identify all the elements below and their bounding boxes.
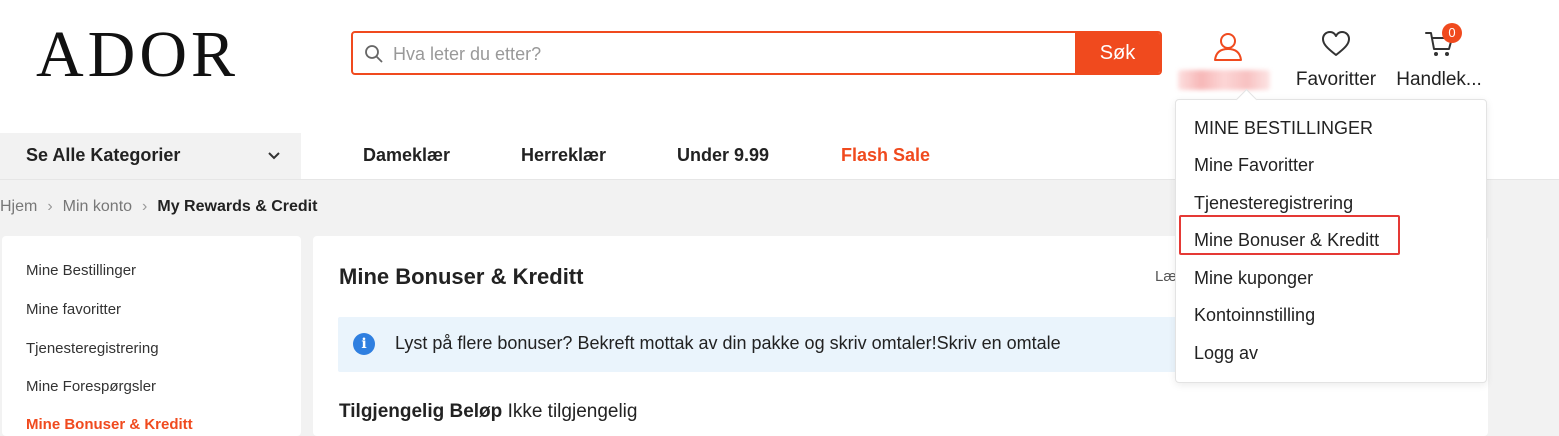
info-banner-text[interactable]: Lyst på flere bonuser? Bekreft mottak av… — [395, 333, 1061, 354]
chevron-right-icon: › — [142, 198, 148, 215]
all-categories-label: Se Alle Kategorier — [26, 145, 181, 165]
available-amount-label: Tilgjengelig Beløp — [339, 401, 503, 422]
breadcrumb: Hjem › Min konto › My Rewards & Credit — [0, 198, 317, 216]
nav-link-under-999[interactable]: Under 9.99 — [677, 145, 769, 166]
search-input[interactable] — [391, 33, 1075, 73]
account-icon[interactable] — [1211, 30, 1245, 64]
menu-item-service-registration[interactable]: Tjenesteregistrering — [1194, 193, 1353, 214]
nav-link-flash-sale[interactable]: Flash Sale — [841, 145, 930, 166]
search-bar: Søk — [351, 31, 1162, 75]
search-button[interactable]: Søk — [1075, 33, 1160, 73]
cart-label: Handlek... — [1396, 69, 1482, 90]
sidebar-item-orders[interactable]: Mine Bestillinger — [26, 262, 136, 279]
menu-item-rewards-credit[interactable]: Mine Bonuser & Kreditt — [1194, 230, 1379, 251]
sidebar-item-inquiries[interactable]: Mine Forespørgsler — [26, 378, 156, 395]
favorites-label: Favoritter — [1295, 69, 1377, 90]
menu-item-coupons[interactable]: Mine kuponger — [1194, 268, 1313, 289]
account-sidebar: Mine Bestillinger Mine favoritter Tjenes… — [2, 236, 301, 436]
search-icon — [365, 45, 383, 63]
logo[interactable]: ADOR — [36, 22, 239, 88]
info-banner: i Lyst på flere bonuser? Bekreft mottak … — [338, 317, 1198, 372]
cart-count-badge: 0 — [1442, 23, 1462, 43]
sidebar-item-favorites[interactable]: Mine favoritter — [26, 301, 121, 318]
menu-item-account-settings[interactable]: Kontoinnstilling — [1194, 305, 1315, 326]
favorites-button[interactable]: Favoritter — [1294, 30, 1378, 91]
sidebar-item-service-registration[interactable]: Tjenesteregistrering — [26, 340, 159, 357]
available-amount-value: Ikke tilgjengelig — [507, 401, 638, 422]
account-dropdown-menu: MINE BESTILLINGER Mine Favoritter Tjenes… — [1175, 99, 1487, 383]
page-title: Mine Bonuser & Kreditt — [339, 264, 584, 289]
available-amount: Tilgjengelig Beløp Ikke tilgjengelig — [339, 401, 637, 423]
breadcrumb-current: My Rewards & Credit — [157, 198, 318, 215]
cart-button[interactable]: 0 Handlek... — [1393, 23, 1485, 91]
menu-item-logout[interactable]: Logg av — [1194, 343, 1258, 364]
info-icon: i — [353, 333, 375, 355]
sidebar-item-rewards-credit[interactable]: Mine Bonuser & Kreditt — [26, 416, 193, 433]
account-name-blurred[interactable] — [1178, 70, 1270, 90]
chevron-right-icon: › — [47, 198, 53, 215]
heart-icon — [1322, 31, 1350, 56]
breadcrumb-home[interactable]: Hjem — [0, 198, 37, 215]
read-more-link[interactable]: Læ — [1155, 268, 1177, 285]
menu-item-my-favorites[interactable]: Mine Favoritter — [1194, 155, 1314, 176]
nav-link-dameklaer[interactable]: Dameklær — [363, 145, 450, 166]
chevron-down-icon — [268, 152, 280, 160]
breadcrumb-account[interactable]: Min konto — [63, 198, 132, 215]
menu-item-my-orders[interactable]: MINE BESTILLINGER — [1194, 118, 1373, 139]
all-categories-button[interactable]: Se Alle Kategorier — [0, 133, 301, 179]
nav-link-herreklaer[interactable]: Herreklær — [521, 145, 606, 166]
